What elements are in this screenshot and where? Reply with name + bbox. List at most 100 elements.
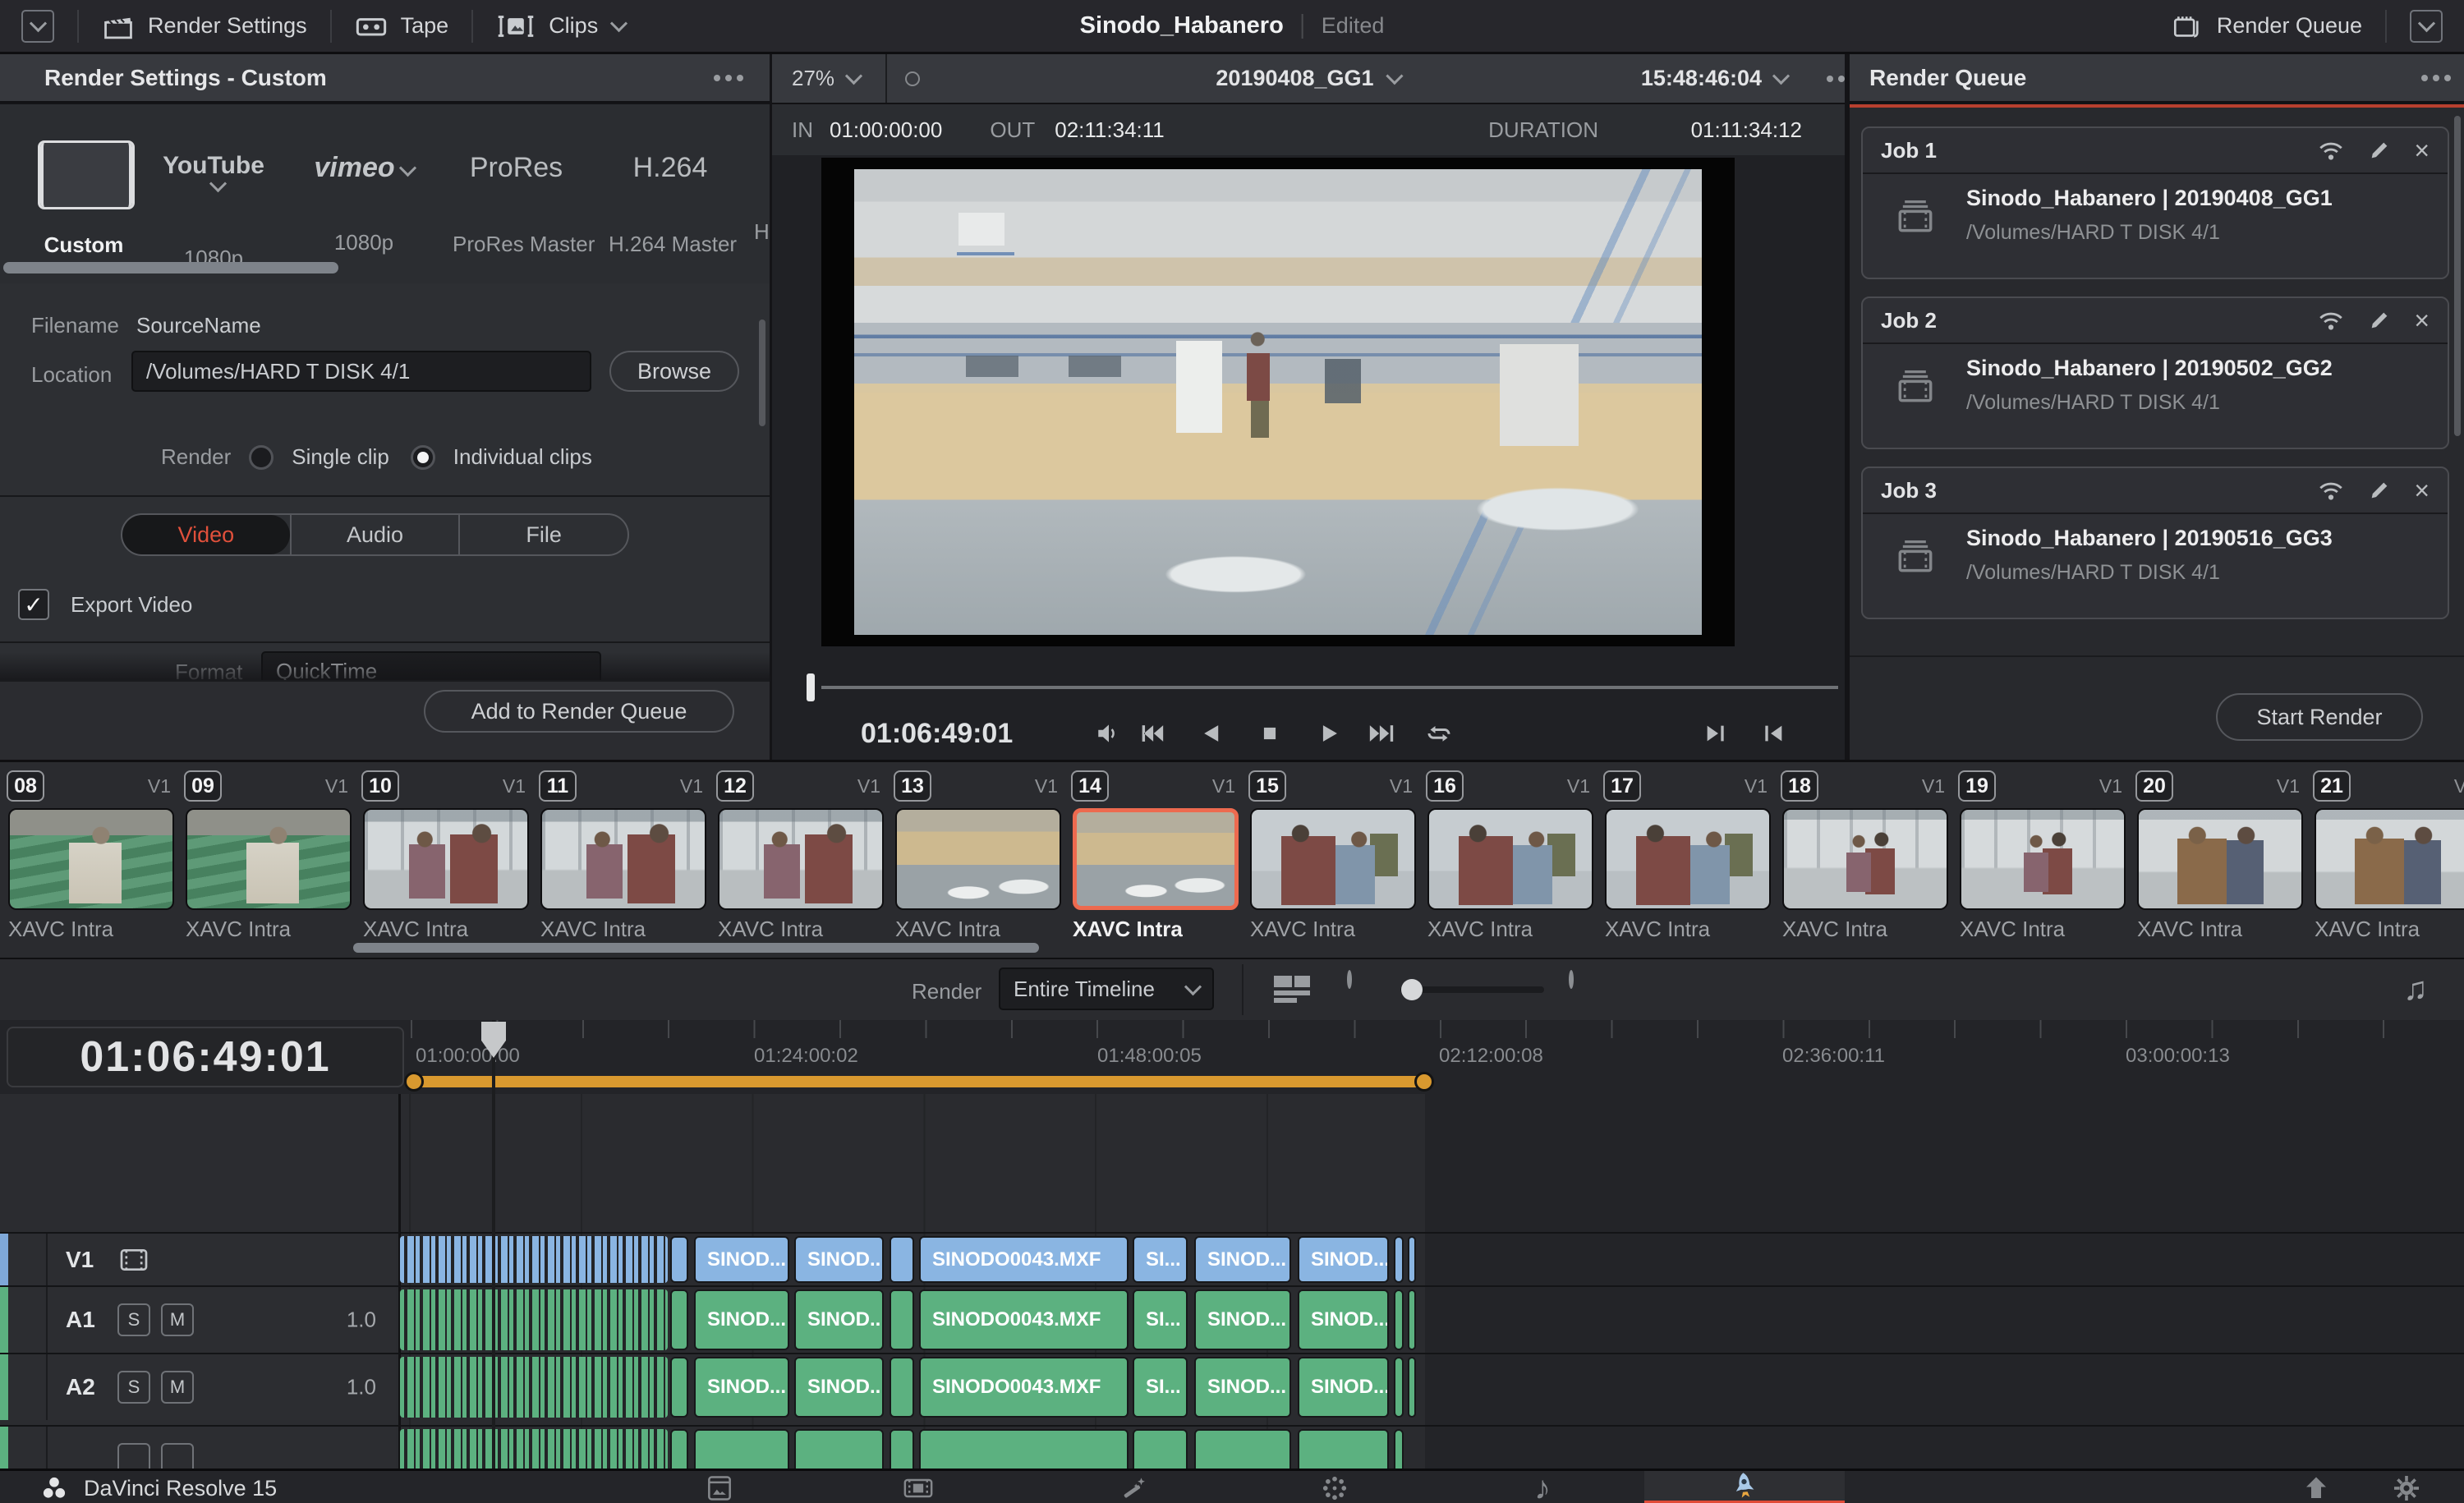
loop-icon[interactable]: [1423, 717, 1455, 750]
timeline-clip[interactable]: SINOD...: [794, 1289, 884, 1350]
mute-button[interactable]: [161, 1443, 194, 1469]
render-queue-button[interactable]: Render Queue: [2171, 11, 2362, 41]
clip-cell[interactable]: 16V1XAVC Intra: [1426, 762, 1603, 958]
tab-audio[interactable]: Audio: [290, 515, 459, 554]
project-manager-icon[interactable]: [2283, 1471, 2349, 1503]
more-options-icon[interactable]: [714, 75, 720, 81]
panel-toggle-right-icon[interactable]: [2410, 10, 2443, 43]
viewer-zoom-dropdown[interactable]: 27%: [772, 54, 887, 103]
clip-thumbnail[interactable]: [1960, 808, 2126, 910]
timeline-clip[interactable]: [890, 1429, 914, 1469]
timeline-clip[interactable]: SINODO0043.MXF: [919, 1236, 1129, 1283]
delete-job-icon[interactable]: ×: [2414, 478, 2430, 503]
clip-cell-selected[interactable]: 14V1XAVC Intra: [1071, 762, 1248, 958]
export-video-checkbox[interactable]: [18, 589, 49, 620]
more-options-icon[interactable]: [1827, 76, 1833, 82]
timeline-clips-dense[interactable]: [400, 1289, 668, 1350]
timeline-clips-dense[interactable]: [400, 1357, 668, 1418]
clip-thumbnail[interactable]: [1605, 808, 1771, 910]
viewer-timecode-dropdown[interactable]: 15:48:46:04: [1641, 66, 1787, 91]
timeline-clip[interactable]: SI...: [1133, 1236, 1188, 1283]
preset-vimeo[interactable]: vimeo 1080p: [302, 152, 425, 255]
render-job[interactable]: Job 2 × Sinodo_Habanero | 20190502_GG2 /…: [1861, 296, 2449, 449]
page-color-button[interactable]: [1302, 1471, 1368, 1503]
timeline-clip[interactable]: [670, 1357, 688, 1418]
timeline-clip[interactable]: [890, 1289, 914, 1350]
timeline-ruler-ticks[interactable]: [411, 1020, 2439, 1038]
render-range-bar[interactable]: [411, 1076, 1424, 1087]
play-reverse-icon[interactable]: [1194, 717, 1227, 750]
timeline-playhead[interactable]: [492, 1020, 495, 1469]
preset-prores[interactable]: ProRes ProRes Master: [453, 152, 580, 257]
stop-icon[interactable]: [1253, 717, 1286, 750]
remote-render-icon[interactable]: [2317, 478, 2345, 503]
clip-thumbnail[interactable]: [540, 808, 706, 910]
clip-thumbnail[interactable]: [2315, 808, 2464, 910]
clip-thumbnail[interactable]: [1782, 808, 1948, 910]
timeline-clip[interactable]: [1394, 1429, 1404, 1469]
browse-button[interactable]: Browse: [609, 351, 739, 392]
single-clip-radio[interactable]: [249, 445, 274, 470]
timeline-clips-dense[interactable]: [400, 1236, 668, 1283]
clip-cell[interactable]: 09V1XAVC Intra: [184, 762, 361, 958]
preset-name-partial[interactable]: H: [754, 219, 770, 245]
track-header[interactable]: A1 S M 1.0: [0, 1287, 396, 1353]
timeline-clip[interactable]: SI...: [1133, 1357, 1188, 1418]
timeline-clip[interactable]: [1408, 1236, 1416, 1283]
page-fairlight-button[interactable]: ♪: [1510, 1471, 1575, 1503]
clip-thumbnail[interactable]: [1427, 808, 1593, 910]
scrub-playhead[interactable]: [807, 673, 815, 701]
render-job[interactable]: Job 3 × Sinodo_Habanero | 20190516_GG3 /…: [1861, 467, 2449, 619]
preset-h264[interactable]: H.264 H.264 Master: [609, 152, 732, 257]
clip-thumbnail[interactable]: [186, 808, 352, 910]
location-input[interactable]: /Volumes/HARD T DISK 4/1: [131, 351, 591, 392]
delete-job-icon[interactable]: ×: [2414, 308, 2430, 333]
timeline-clip[interactable]: SINOD...: [1194, 1236, 1291, 1283]
go-to-end-icon[interactable]: [1365, 717, 1398, 750]
timeline-clip[interactable]: [1394, 1357, 1404, 1418]
remote-render-icon[interactable]: [2317, 138, 2345, 163]
timeline-clip[interactable]: [1394, 1289, 1404, 1350]
render-range-dropdown[interactable]: Entire Timeline: [999, 968, 1214, 1010]
tape-button[interactable]: Tape: [355, 12, 449, 40]
clip-thumbnail[interactable]: [2137, 808, 2303, 910]
timeline-clip[interactable]: SINODO0043.MXF: [919, 1357, 1129, 1418]
render-settings-button[interactable]: Render Settings: [102, 12, 307, 40]
clip-thumbnail[interactable]: [1073, 808, 1239, 910]
page-deliver-button-active[interactable]: [1644, 1471, 1845, 1503]
delete-job-icon[interactable]: ×: [2414, 138, 2430, 163]
page-fusion-button[interactable]: [1101, 1471, 1166, 1503]
start-render-button[interactable]: Start Render: [2216, 693, 2423, 741]
clip-cell[interactable]: 10V1XAVC Intra: [361, 762, 539, 958]
timeline-clip[interactable]: SINOD...: [794, 1357, 884, 1418]
settings-scrollbar[interactable]: [759, 319, 765, 426]
preset-custom[interactable]: Custom: [38, 140, 135, 258]
edit-job-icon[interactable]: [2368, 139, 2391, 162]
timeline-clip[interactable]: [1194, 1429, 1291, 1469]
play-from-mark-icon[interactable]: [1758, 717, 1791, 750]
timeline-clip[interactable]: [1408, 1357, 1416, 1418]
tab-file[interactable]: File: [458, 515, 627, 554]
clip-thumbnail[interactable]: [718, 808, 884, 910]
timeline-clip[interactable]: [670, 1429, 688, 1469]
clip-cell[interactable]: 20V1XAVC Intra: [2135, 762, 2313, 958]
clip-cell[interactable]: 12V1XAVC Intra: [716, 762, 894, 958]
add-to-render-queue-button[interactable]: Add to Render Queue: [424, 690, 734, 733]
timeline-clip[interactable]: [1394, 1236, 1404, 1283]
solo-button[interactable]: [117, 1443, 150, 1469]
timeline-clip[interactable]: [670, 1289, 688, 1350]
clip-cell[interactable]: 17V1XAVC Intra: [1603, 762, 1781, 958]
tab-video[interactable]: Video: [122, 515, 290, 554]
clip-cell[interactable]: 08V1XAVC Intra: [7, 762, 184, 958]
clip-cell[interactable]: 11V1XAVC Intra: [539, 762, 716, 958]
timeline-clip[interactable]: [670, 1236, 688, 1283]
filename-value[interactable]: SourceName: [136, 313, 261, 338]
settings-gear-icon[interactable]: [2374, 1471, 2439, 1503]
zoom-out-button[interactable]: [1347, 970, 1352, 989]
timeline-clip[interactable]: [890, 1236, 914, 1283]
clip-cell[interactable]: 21V1XAVC Intra: [2313, 762, 2464, 958]
clip-thumbnail[interactable]: [895, 808, 1061, 910]
mute-button[interactable]: M: [161, 1371, 194, 1404]
timeline-clip[interactable]: SINOD...: [694, 1289, 789, 1350]
panel-toggle-left-icon[interactable]: [21, 10, 54, 43]
